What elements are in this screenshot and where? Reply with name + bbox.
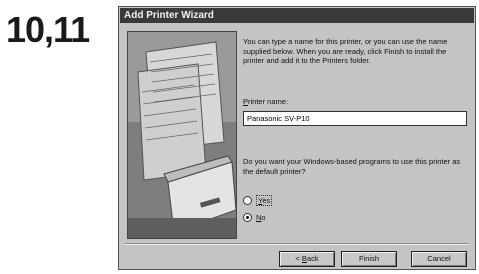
- printer-name-label: Printer name:: [243, 97, 288, 106]
- button-divider: [125, 243, 469, 245]
- back-button[interactable]: < Back: [279, 251, 335, 267]
- radio-yes-indicator[interactable]: [243, 196, 252, 205]
- printer-name-field[interactable]: Panasonic SV-P10: [243, 111, 467, 126]
- radio-no-rest: o: [261, 213, 266, 222]
- printer-name-label-rest: rinter name:: [248, 97, 289, 106]
- add-printer-wizard-window: Add Printer Wizard You can type a name f…: [118, 6, 476, 270]
- radio-yes-rest: es: [262, 196, 271, 205]
- finish-button[interactable]: Finish: [341, 251, 397, 267]
- radio-no-label[interactable]: No: [256, 213, 266, 222]
- radio-no[interactable]: No: [243, 213, 266, 222]
- step-number-label: 10,11: [6, 9, 90, 50]
- intro-instructions: You can type a name for this printer, or…: [243, 37, 448, 65]
- radio-no-indicator[interactable]: [243, 213, 252, 222]
- wizard-printer-illustration: [127, 31, 237, 239]
- radio-yes[interactable]: Yes: [243, 195, 273, 206]
- back-button-rest: ack: [306, 254, 319, 263]
- default-printer-question: Do you want your Windows-based programs …: [243, 157, 461, 176]
- radio-yes-label[interactable]: Yes: [256, 195, 273, 206]
- cancel-button[interactable]: Cancel: [411, 251, 467, 267]
- window-title: Add Printer Wizard: [120, 8, 474, 23]
